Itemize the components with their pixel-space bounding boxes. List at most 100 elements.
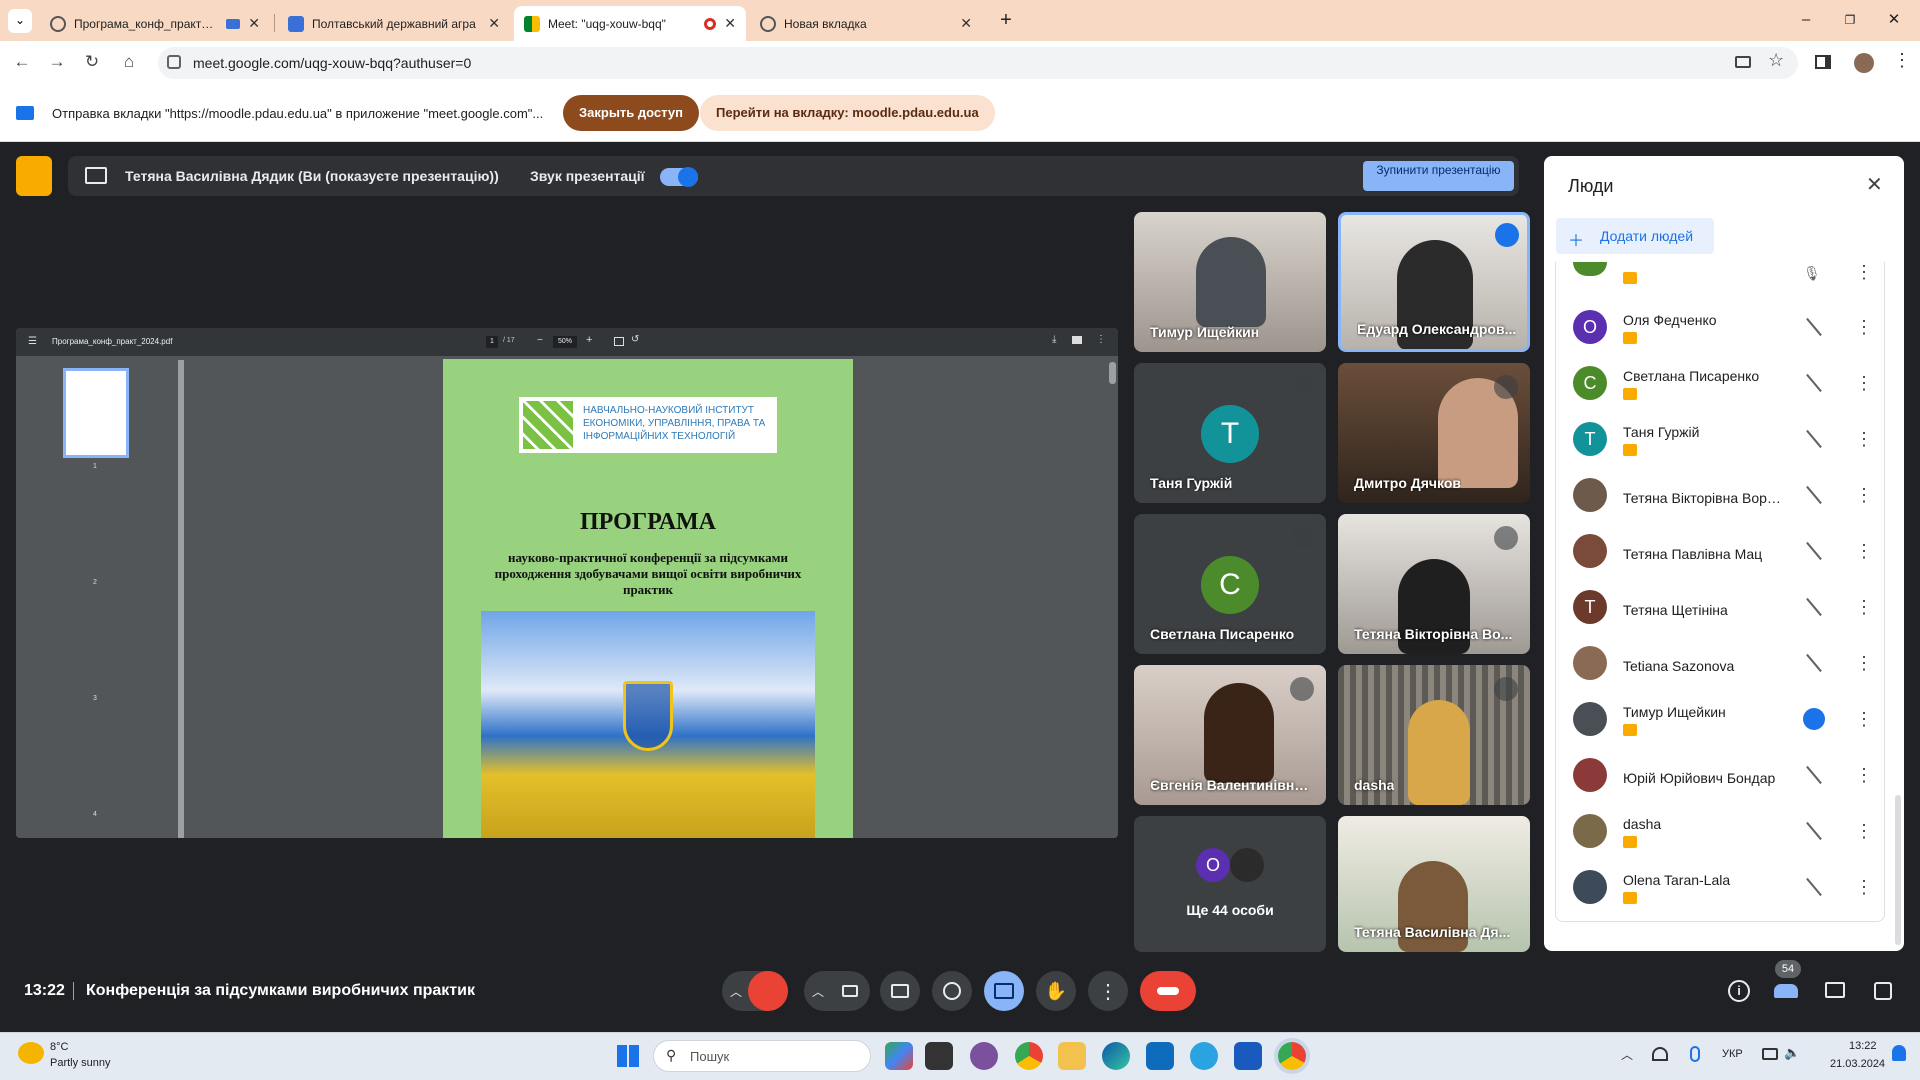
- reload-icon[interactable]: ↻: [80, 50, 104, 74]
- viber-icon[interactable]: [970, 1042, 998, 1070]
- mic-control[interactable]: ︿: [722, 971, 788, 1011]
- edge-icon[interactable]: [1102, 1042, 1130, 1070]
- stop-presenting-button[interactable]: Зупинити презентацію: [1363, 161, 1514, 191]
- participant-tile[interactable]: Тетяна Вікторівна Во...: [1338, 514, 1530, 654]
- close-window-icon[interactable]: ✕: [1882, 8, 1906, 32]
- back-icon[interactable]: ←: [10, 50, 34, 74]
- pdf-zoom-level[interactable]: 50%: [553, 336, 577, 348]
- participant-tile[interactable]: Тимур Ищейкин: [1134, 212, 1326, 352]
- mic-off-icon[interactable]: [748, 971, 788, 1011]
- more-options-icon[interactable]: ⋮: [1855, 876, 1873, 898]
- participant-tile-speaking[interactable]: Едуард Олександров...: [1338, 212, 1530, 352]
- keyboard-language[interactable]: УКР: [1722, 1048, 1743, 1060]
- more-options-icon[interactable]: ⋮: [1855, 484, 1873, 506]
- folder-icon[interactable]: [1058, 1042, 1086, 1070]
- telegram-icon[interactable]: [1190, 1042, 1218, 1070]
- participant-list-item[interactable]: Olena Taran-Lala ⋮: [1555, 860, 1885, 914]
- participant-list-item[interactable]: Т Таня Гуржій ⋮: [1555, 412, 1885, 466]
- display-icon[interactable]: [1762, 1048, 1778, 1060]
- go-to-tab-button[interactable]: Перейти на вкладку: moodle.pdau.edu.ua: [700, 95, 995, 131]
- network-icon[interactable]: [1652, 1047, 1668, 1061]
- meeting-details-icon[interactable]: i: [1724, 976, 1754, 1006]
- new-tab-icon[interactable]: +: [994, 8, 1018, 32]
- bookmark-star-icon[interactable]: ☆: [1768, 50, 1784, 71]
- chevron-up-icon[interactable]: ︿: [730, 983, 742, 1000]
- minimize-icon[interactable]: –: [1794, 8, 1818, 32]
- tab-program-pdf[interactable]: Програма_конф_практ_20 ✕: [40, 6, 270, 41]
- more-options-icon[interactable]: ⋮: [1855, 316, 1873, 338]
- more-options-icon[interactable]: ⋮: [1855, 596, 1873, 618]
- site-info-icon[interactable]: [167, 55, 181, 69]
- weather-icon[interactable]: [18, 1042, 44, 1064]
- chrome-icon[interactable]: [1015, 1042, 1043, 1070]
- more-options-icon[interactable]: ⋮: [1855, 764, 1873, 786]
- start-button-icon[interactable]: [617, 1045, 639, 1067]
- tab-poltava-univ[interactable]: Полтавський державний агра ✕: [278, 6, 510, 41]
- participant-list-item[interactable]: Tetiana Sazonova ⋮: [1555, 636, 1885, 690]
- people-button[interactable]: 54: [1771, 960, 1801, 1006]
- more-options-icon[interactable]: ⋮: [1855, 820, 1873, 842]
- participant-list-item[interactable]: Тетяна Вікторівна Воро... ⋮: [1555, 468, 1885, 522]
- side-panel-icon[interactable]: [1815, 55, 1831, 69]
- close-tab-icon[interactable]: ✕: [960, 15, 972, 32]
- more-options-icon[interactable]: ⋮: [1855, 540, 1873, 562]
- notifications-bell-icon[interactable]: [1892, 1045, 1906, 1061]
- more-options-icon[interactable]: ⋮: [1855, 262, 1873, 283]
- participant-list-item[interactable]: О Оля Федченко ⋮: [1555, 300, 1885, 354]
- pdf-page-input[interactable]: 1: [486, 336, 498, 348]
- video-camera-icon[interactable]: [842, 985, 858, 997]
- more-options-icon[interactable]: ⋮: [1855, 708, 1873, 730]
- zoom-in-icon[interactable]: +: [586, 334, 592, 346]
- stop-sharing-button[interactable]: Закрыть доступ: [563, 95, 699, 131]
- pdf-menu-icon[interactable]: ☰: [28, 336, 37, 347]
- clock-date[interactable]: 21.03.2024: [1830, 1058, 1885, 1070]
- file-explorer-window-icon[interactable]: [925, 1042, 953, 1070]
- raise-hand-button[interactable]: ✋: [1036, 971, 1076, 1011]
- activities-icon[interactable]: [1868, 976, 1898, 1006]
- pdf-scrollbar[interactable]: [1109, 362, 1116, 384]
- participant-tile[interactable]: Т Таня Гуржій: [1134, 363, 1326, 503]
- shared-pdf-viewer[interactable]: ☰ Програма_конф_практ_2024.pdf 1 / 17 − …: [16, 328, 1118, 838]
- more-options-icon[interactable]: ⋮: [1855, 372, 1873, 394]
- panel-scrollbar[interactable]: [1895, 795, 1901, 945]
- participant-list-item[interactable]: Тетяна Павлівна Мац ⋮: [1555, 524, 1885, 578]
- more-participants-tile[interactable]: О Ще 44 особи: [1134, 816, 1326, 952]
- rotate-icon[interactable]: ↺: [631, 334, 639, 345]
- participant-list-item[interactable]: Юрій Юрійович Бондар ⋮: [1555, 748, 1885, 802]
- word-icon[interactable]: [1234, 1042, 1262, 1070]
- chat-icon[interactable]: [1820, 976, 1850, 1006]
- camera-blocked-icon[interactable]: [1735, 56, 1751, 68]
- print-icon[interactable]: [1072, 336, 1082, 344]
- present-now-button[interactable]: [984, 971, 1024, 1011]
- close-tab-icon[interactable]: ✕: [488, 15, 500, 32]
- participant-tile[interactable]: dasha: [1338, 665, 1530, 805]
- add-people-button[interactable]: ＋ Додати людей: [1556, 218, 1714, 254]
- more-options-icon[interactable]: ⋮: [1855, 428, 1873, 450]
- camera-control[interactable]: ︿: [804, 971, 870, 1011]
- weather-temp[interactable]: 8°C: [50, 1041, 68, 1053]
- captions-button[interactable]: [880, 971, 920, 1011]
- home-icon[interactable]: ⌂: [117, 50, 141, 74]
- tab-new[interactable]: Новая вкладка ✕: [750, 6, 982, 41]
- presentation-audio-toggle[interactable]: [660, 167, 698, 187]
- mic-icon[interactable]: [1690, 1046, 1700, 1062]
- pdf-more-icon[interactable]: ⋮: [1096, 334, 1106, 345]
- menu-dots-icon[interactable]: ⋮: [1893, 50, 1911, 71]
- tab-meet[interactable]: Meet: "uqg-xouw-bqq" ✕: [514, 6, 746, 41]
- profile-avatar[interactable]: [1854, 53, 1874, 73]
- chrome-active-icon[interactable]: [1278, 1042, 1306, 1070]
- chevron-up-icon[interactable]: ︿: [812, 983, 824, 1000]
- close-panel-icon[interactable]: ✕: [1866, 172, 1883, 197]
- pdf-thumbnail-selected[interactable]: [63, 368, 129, 458]
- chevron-up-icon[interactable]: ︿: [1621, 1046, 1633, 1063]
- participant-list-item[interactable]: Тимур Ищейкин ⋮: [1555, 692, 1885, 746]
- zoom-out-icon[interactable]: −: [537, 335, 543, 346]
- more-options-icon[interactable]: ⋮: [1855, 652, 1873, 674]
- clock-time[interactable]: 13:22: [1849, 1040, 1877, 1052]
- restore-icon[interactable]: ❐: [1838, 8, 1862, 32]
- fit-page-icon[interactable]: [614, 337, 624, 346]
- close-tab-icon[interactable]: ✕: [248, 15, 260, 32]
- volume-icon[interactable]: 🔈: [1784, 1045, 1800, 1061]
- participant-list-item[interactable]: dasha ⋮: [1555, 804, 1885, 858]
- tab-search-button[interactable]: ⌄: [8, 9, 32, 33]
